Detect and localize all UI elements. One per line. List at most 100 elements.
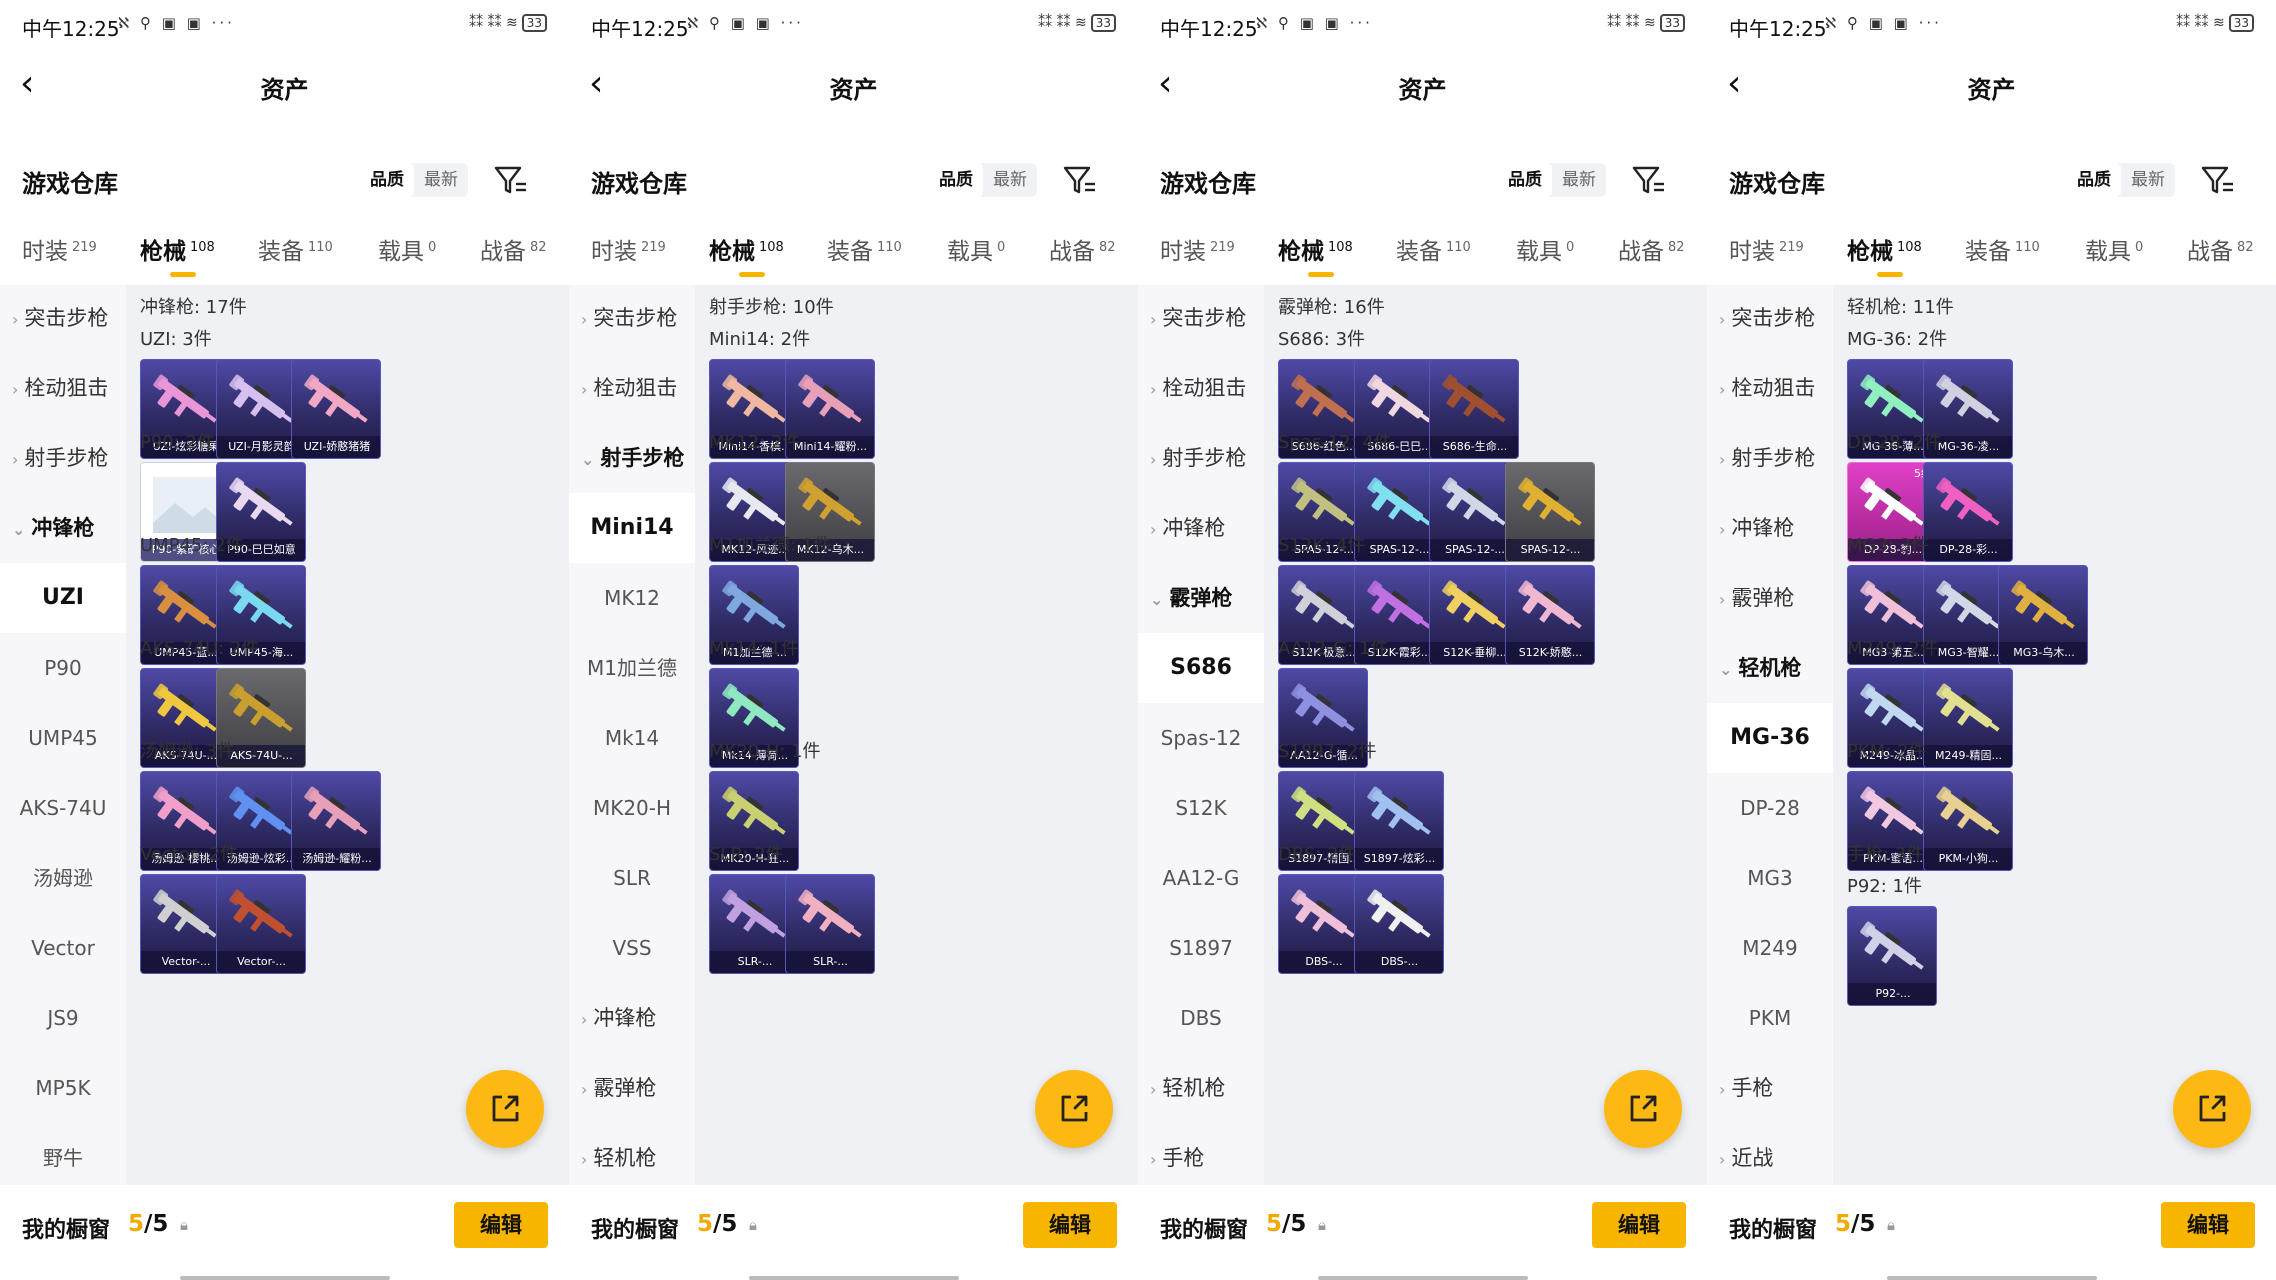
weapon-skin-card[interactable]: MG3-乌木... (1998, 565, 2088, 665)
weapon-skin-card[interactable]: DP-28-彩... (1922, 462, 2013, 562)
sidebar-subitem[interactable]: M1加兰德 (569, 633, 695, 703)
sidebar-subitem[interactable]: S686 (1138, 633, 1264, 703)
tab-3[interactable]: 载具 0 (378, 232, 436, 266)
sidebar-subitem[interactable]: DBS (1138, 983, 1264, 1053)
edit-button[interactable]: 编辑 (1592, 1202, 1686, 1248)
sidebar-subitem[interactable]: 汤姆逊 (0, 843, 126, 913)
sidebar-subitem[interactable]: M249 (1707, 913, 1833, 983)
share-button[interactable] (1035, 1070, 1113, 1148)
sidebar-category[interactable]: › 冲锋枪 (1707, 493, 1833, 563)
sort-quality-button[interactable]: 品质 (360, 163, 414, 197)
sidebar-category[interactable]: › 冲锋枪 (569, 983, 695, 1053)
sidebar-category[interactable]: › 突击步枪 (1138, 283, 1264, 353)
sidebar-subitem[interactable]: VSS (569, 913, 695, 983)
tab-4[interactable]: 战备 82 (1618, 232, 1685, 266)
sidebar-subitem[interactable]: P90 (0, 633, 126, 703)
sidebar-category[interactable]: › 射手步枪 (1707, 423, 1833, 493)
sort-quality-button[interactable]: 品质 (929, 163, 983, 197)
sidebar-category[interactable]: ⌄ 射手步枪 (569, 423, 695, 493)
weapon-skin-card[interactable]: SPAS-12-... (1504, 462, 1595, 562)
sidebar-subitem[interactable]: Mk14 (569, 703, 695, 773)
sidebar-category[interactable]: › 突击步枪 (569, 283, 695, 353)
sidebar-subitem[interactable]: MG-36 (1707, 703, 1833, 773)
weapon-skin-card[interactable]: UZI-娇憨猪猪 (291, 359, 381, 459)
sort-quality-button[interactable]: 品质 (2067, 163, 2121, 197)
tab-4[interactable]: 战备 82 (2187, 232, 2254, 266)
share-button[interactable] (2173, 1070, 2251, 1148)
sidebar-category[interactable]: › 手枪 (1138, 1123, 1264, 1193)
tab-1[interactable]: 枪械 108 (1278, 232, 1353, 277)
sidebar-subitem[interactable]: MK20-H (569, 773, 695, 843)
sidebar-subitem[interactable]: JS9 (0, 983, 126, 1053)
sidebar-subitem[interactable]: AA12-G (1138, 843, 1264, 913)
tab-1[interactable]: 枪械 108 (709, 232, 784, 277)
sidebar-category[interactable]: › 射手步枪 (1138, 423, 1264, 493)
share-button[interactable] (466, 1070, 544, 1148)
tab-0[interactable]: 时装 219 (1729, 232, 1804, 266)
sidebar-category[interactable]: › 突击步枪 (1707, 283, 1833, 353)
filter-icon[interactable] (490, 160, 530, 200)
sidebar-category[interactable]: › 栓动狙击 (569, 353, 695, 423)
weapon-skin-card[interactable]: Vector-... (215, 874, 306, 974)
sidebar-category[interactable]: › 栓动狙击 (1707, 353, 1833, 423)
weapon-skin-card[interactable]: PKM-小狗... (1922, 771, 2013, 871)
tab-2[interactable]: 装备 110 (258, 232, 333, 266)
tab-4[interactable]: 战备 82 (1049, 232, 1116, 266)
tab-3[interactable]: 载具 0 (1516, 232, 1574, 266)
weapon-skin-card[interactable]: S686-生命... (1429, 359, 1519, 459)
sidebar-subitem[interactable]: SLR (569, 843, 695, 913)
sidebar-category[interactable]: › 手枪 (1707, 1053, 1833, 1123)
sidebar-subitem[interactable]: Vector (0, 913, 126, 983)
sort-latest-button[interactable]: 最新 (414, 163, 468, 197)
weapon-skin-card[interactable]: S1897-炫彩... (1353, 771, 1444, 871)
tab-1[interactable]: 枪械 108 (140, 232, 215, 277)
sidebar-category[interactable]: ⌄ 轻机枪 (1707, 633, 1833, 703)
sidebar-subitem[interactable]: S12K (1138, 773, 1264, 843)
sidebar-subitem[interactable]: PKM (1707, 983, 1833, 1053)
filter-icon[interactable] (1059, 160, 1099, 200)
tab-1[interactable]: 枪械 108 (1847, 232, 1922, 277)
sidebar-subitem[interactable]: MK12 (569, 563, 695, 633)
sort-quality-button[interactable]: 品质 (1498, 163, 1552, 197)
tab-3[interactable]: 载具 0 (2085, 232, 2143, 266)
edit-button[interactable]: 编辑 (2161, 1202, 2255, 1248)
weapon-skin-card[interactable]: P92-... (1847, 906, 1937, 1006)
weapon-skin-card[interactable]: SLR-... (784, 874, 875, 974)
sidebar-category[interactable]: › 近战 (1707, 1123, 1833, 1193)
sidebar-category[interactable]: › 轻机枪 (569, 1123, 695, 1193)
tab-3[interactable]: 载具 0 (947, 232, 1005, 266)
sort-latest-button[interactable]: 最新 (1552, 163, 1606, 197)
sidebar-category[interactable]: ⌄ 冲锋枪 (0, 493, 126, 563)
weapon-skin-card[interactable]: M249-精固... (1922, 668, 2013, 768)
sidebar-category[interactable]: › 霰弹枪 (569, 1053, 695, 1123)
tab-2[interactable]: 装备 110 (827, 232, 902, 266)
sidebar-category[interactable]: › 冲锋枪 (1138, 493, 1264, 563)
sidebar-subitem[interactable]: DP-28 (1707, 773, 1833, 843)
sidebar-category[interactable]: › 突击步枪 (0, 283, 126, 353)
sort-latest-button[interactable]: 最新 (2121, 163, 2175, 197)
sidebar-category[interactable]: › 轻机枪 (1138, 1053, 1264, 1123)
weapon-skin-card[interactable]: 汤姆逊-耀粉... (291, 771, 381, 871)
sidebar-subitem[interactable]: UMP45 (0, 703, 126, 773)
edit-button[interactable]: 编辑 (454, 1202, 548, 1248)
share-button[interactable] (1604, 1070, 1682, 1148)
sidebar-subitem[interactable]: Mini14 (569, 493, 695, 563)
sidebar-category[interactable]: ⌄ 霰弹枪 (1138, 563, 1264, 633)
sidebar-subitem[interactable]: MG3 (1707, 843, 1833, 913)
tab-0[interactable]: 时装 219 (1160, 232, 1235, 266)
tab-0[interactable]: 时装 219 (591, 232, 666, 266)
filter-icon[interactable] (2197, 160, 2237, 200)
sidebar-category[interactable]: › 霰弹枪 (1707, 563, 1833, 633)
tab-2[interactable]: 装备 110 (1965, 232, 2040, 266)
edit-button[interactable]: 编辑 (1023, 1202, 1117, 1248)
sidebar-subitem[interactable]: AKS-74U (0, 773, 126, 843)
tab-4[interactable]: 战备 82 (480, 232, 547, 266)
sidebar-subitem[interactable]: MP5K (0, 1053, 126, 1123)
sidebar-category[interactable]: › 栓动狙击 (1138, 353, 1264, 423)
weapon-skin-card[interactable]: DBS-... (1353, 874, 1444, 974)
sidebar-category[interactable]: › 栓动狙击 (0, 353, 126, 423)
sidebar-subitem[interactable]: S1897 (1138, 913, 1264, 983)
sort-latest-button[interactable]: 最新 (983, 163, 1037, 197)
sidebar-subitem[interactable]: 野牛 (0, 1123, 126, 1193)
sidebar-category[interactable]: › 射手步枪 (0, 423, 126, 493)
